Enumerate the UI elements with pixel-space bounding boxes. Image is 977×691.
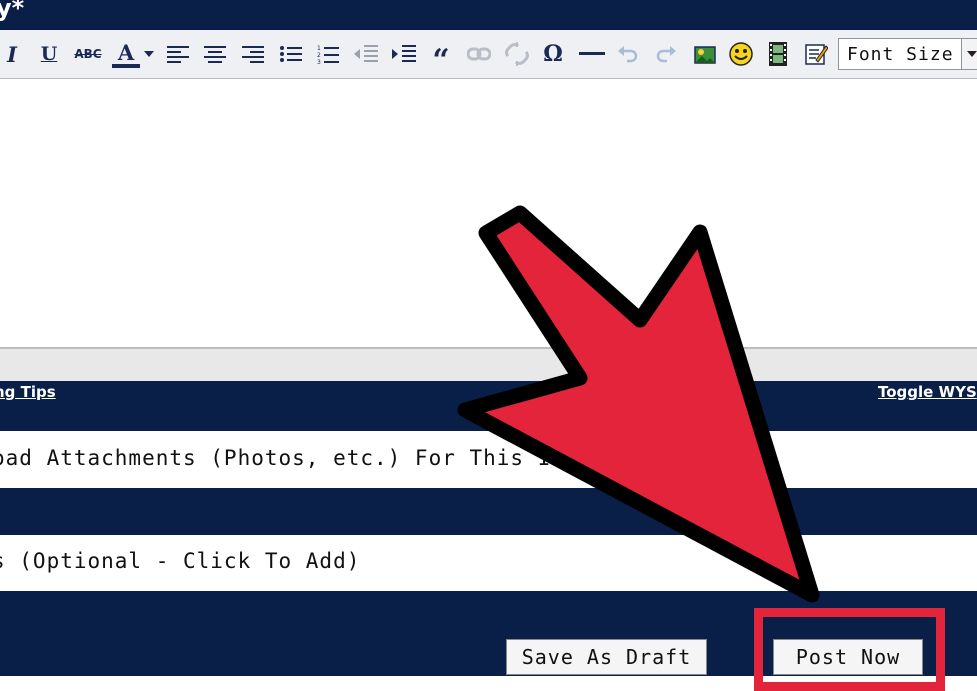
- pointer-arrow-icon: [457, 205, 820, 603]
